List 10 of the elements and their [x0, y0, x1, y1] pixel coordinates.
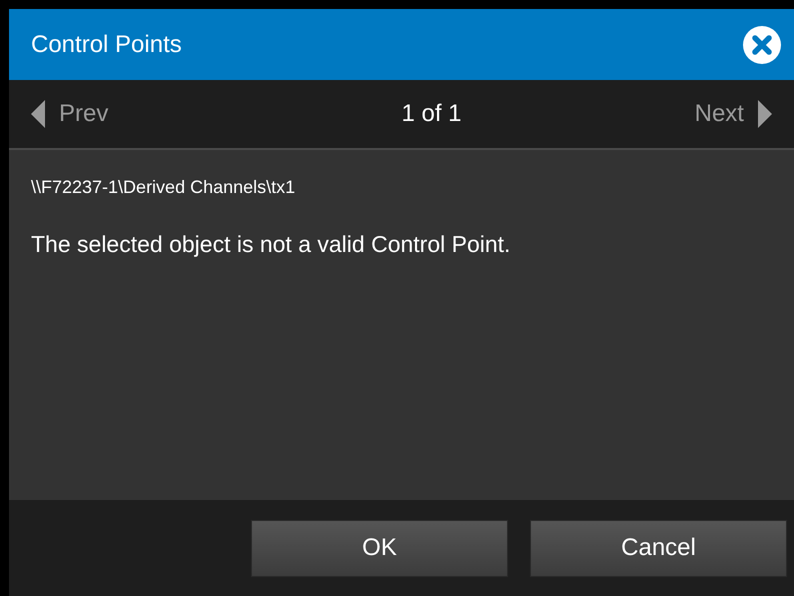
- page-position: 1 of 1: [401, 99, 462, 129]
- dialog-button[interactable]: Cancel: [530, 520, 787, 576]
- close-icon: [743, 26, 781, 64]
- object-path: \\F72237-1\Derived Channels\tx1: [31, 176, 296, 199]
- dialog-title: Control Points: [31, 30, 182, 60]
- right-triangle-icon: [758, 100, 772, 128]
- close-button[interactable]: [743, 26, 781, 64]
- left-triangle-icon: [31, 100, 45, 128]
- dialog-button[interactable]: OK: [251, 520, 508, 576]
- message-text: The selected object is not a valid Control Point.: [31, 230, 512, 259]
